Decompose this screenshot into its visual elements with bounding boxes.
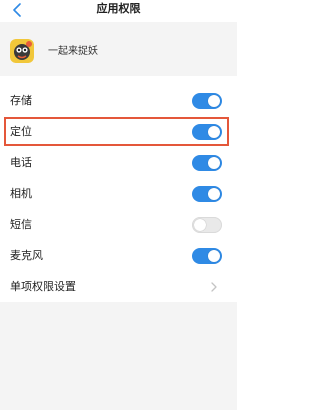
settings-link-label: 单项权限设置 — [10, 280, 76, 293]
permission-label: 定位 — [10, 125, 32, 138]
microphone-toggle[interactable] — [192, 248, 222, 264]
camera-toggle[interactable] — [192, 186, 222, 202]
permission-label: 相机 — [10, 187, 32, 200]
sms-toggle[interactable] — [192, 217, 222, 233]
toggle-knob — [194, 219, 206, 231]
toggle-knob — [208, 95, 220, 107]
location-toggle[interactable] — [192, 124, 222, 140]
nav-bar: 应用权限 — [0, 0, 237, 22]
permission-label: 短信 — [10, 218, 32, 231]
toggle-knob — [208, 188, 220, 200]
chevron-right-icon — [211, 282, 217, 292]
permission-row-sms: 短信 — [0, 210, 237, 241]
section-gap — [0, 76, 237, 86]
toggle-knob — [208, 157, 220, 169]
toggle-knob — [208, 126, 220, 138]
app-icon — [10, 39, 34, 63]
permission-row-phone: 电话 — [0, 148, 237, 179]
app-name: 一起来捉妖 — [48, 46, 98, 57]
permission-row-location: 定位 — [0, 117, 237, 148]
single-permission-settings-row[interactable]: 单项权限设置 — [0, 272, 237, 303]
phone-toggle[interactable] — [192, 155, 222, 171]
permission-row-storage: 存储 — [0, 86, 237, 117]
permission-row-microphone: 麦克风 — [0, 241, 237, 272]
permission-label: 存储 — [10, 94, 32, 107]
permission-label: 电话 — [10, 156, 32, 169]
bottom-area — [0, 302, 237, 410]
page-title: 应用权限 — [96, 2, 141, 15]
storage-toggle[interactable] — [192, 93, 222, 109]
app-header: 一起来捉妖 — [0, 22, 237, 76]
permission-label: 麦克风 — [10, 249, 43, 262]
toggle-knob — [208, 250, 220, 262]
permission-row-camera: 相机 — [0, 179, 237, 210]
